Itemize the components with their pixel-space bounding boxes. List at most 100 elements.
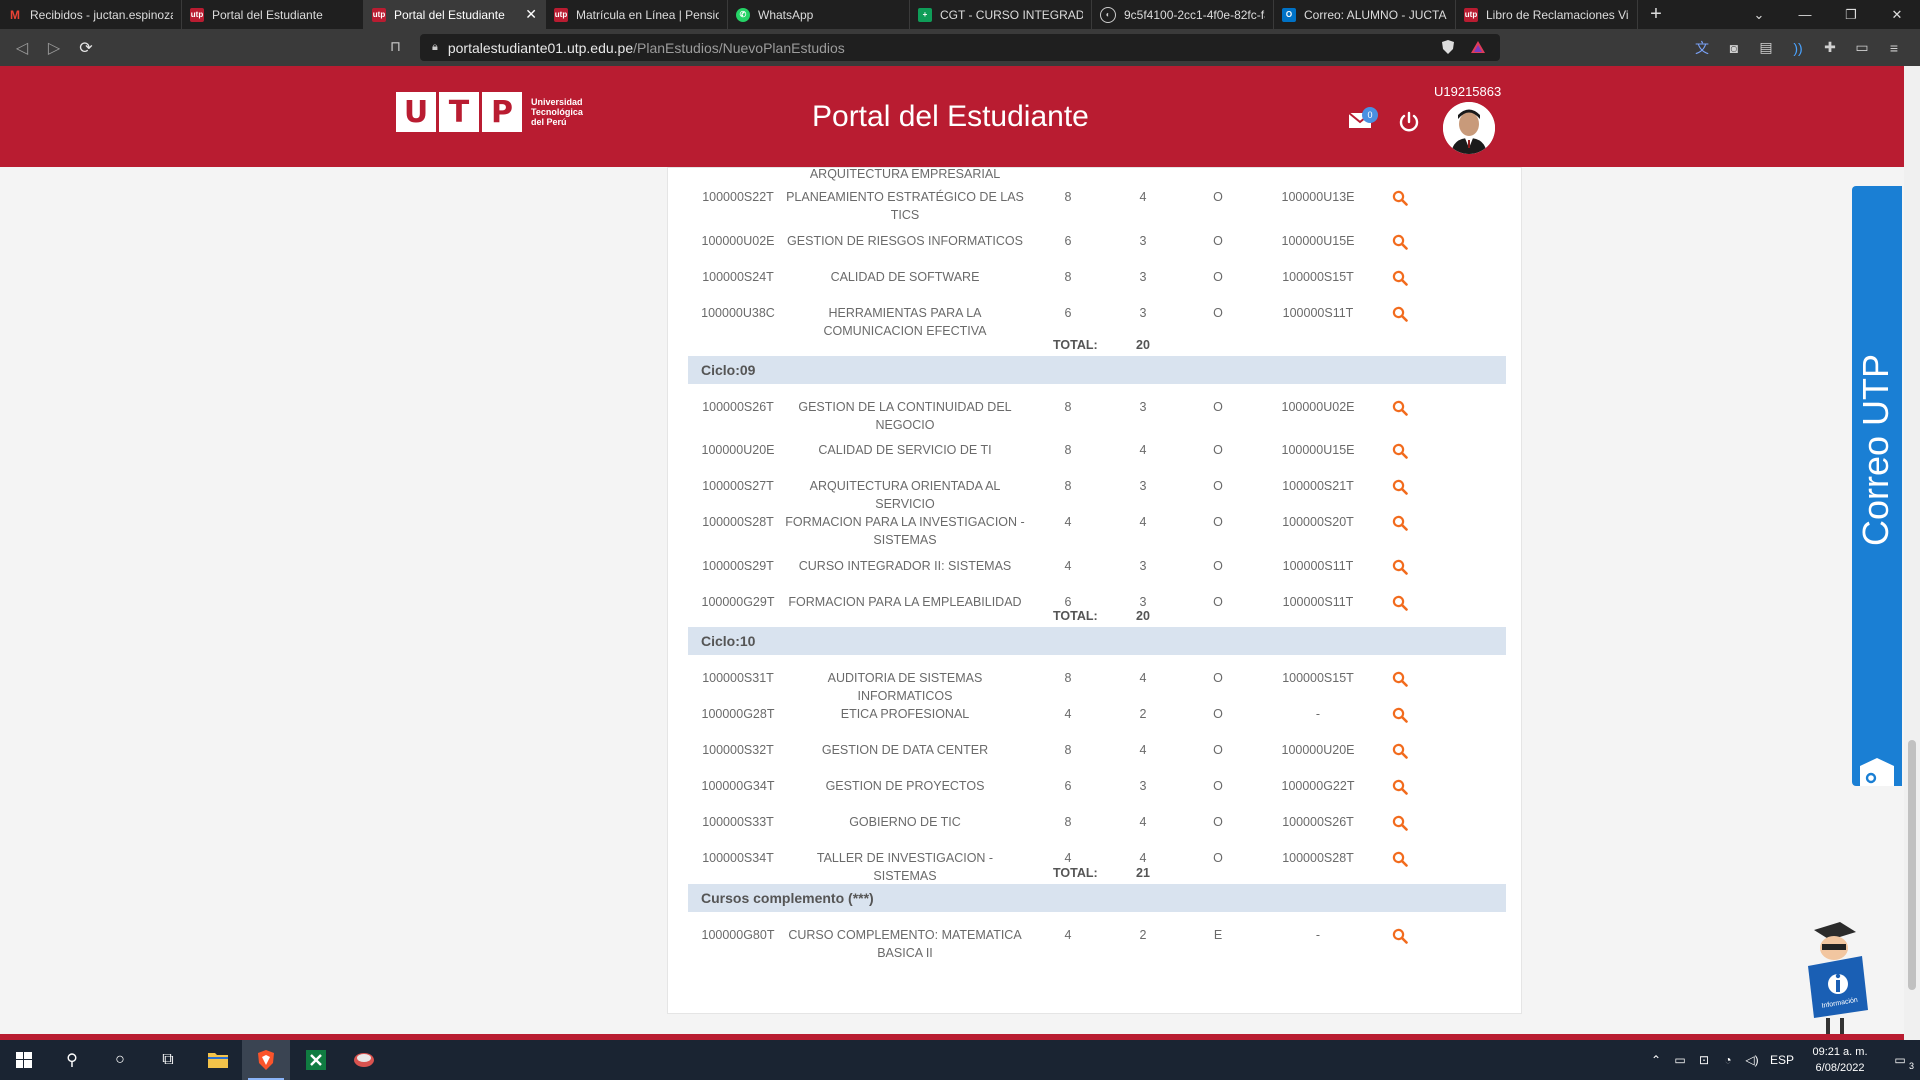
search-icon[interactable]: ⚲ (48, 1040, 96, 1080)
course-hours: 4 (1139, 515, 1147, 529)
menu-icon[interactable]: ≡ (1878, 34, 1910, 61)
course-code: 100000G80T (701, 928, 775, 942)
course-type: O (1213, 306, 1223, 320)
windows-start-icon[interactable] (0, 1040, 48, 1080)
course-name: GOBIERNO DE TIC (849, 815, 961, 829)
course-type: E (1213, 928, 1223, 942)
scrollbar-thumb[interactable] (1908, 740, 1916, 990)
course-name: PLANEAMIENTO ESTRATÉGICO DE LAS TICS (786, 190, 1024, 222)
tab-portal-active[interactable]: utp Portal del Estudiante ✕ (364, 0, 546, 29)
address-bar: ◁ ▷ ⟳ ⊓ 🔒︎ portalestudiante01.utp.edu.pe… (0, 29, 1920, 66)
course-prerequisite: 100000U15E (1281, 443, 1355, 457)
network-status-icon[interactable]: ⊡ (1692, 1053, 1716, 1067)
course-code: 100000U20E (701, 443, 775, 457)
search-icon[interactable] (1388, 849, 1412, 872)
search-icon[interactable] (1388, 777, 1412, 800)
new-tab-button[interactable]: + (1638, 0, 1674, 29)
device-icon[interactable]: ▭ (1668, 1053, 1692, 1067)
course-name: GESTION DE PROYECTOS (825, 779, 985, 793)
tab-reclamaciones[interactable]: utp Libro de Reclamaciones Virt (1456, 0, 1638, 29)
course-prerequisite: 100000U15E (1281, 234, 1355, 248)
wallet-icon[interactable]: ▭ (1846, 34, 1878, 61)
wifi-icon[interactable]: ◔ (1716, 1053, 1740, 1067)
course-prerequisite: 100000S20T (1282, 515, 1354, 529)
notifications-icon[interactable]: ▭ 3 (1880, 1053, 1920, 1071)
camera-icon[interactable]: ◙ (1718, 34, 1750, 61)
cortana-icon[interactable]: ○ (96, 1040, 144, 1080)
course-hours: 4 (1139, 815, 1147, 829)
total-value: 20 (1136, 609, 1150, 623)
cycle-header-complemento: Cursos complemento (***) (688, 884, 1506, 912)
search-icon[interactable] (1388, 813, 1412, 836)
info-mascot[interactable]: Información (1800, 918, 1880, 1036)
reload-icon[interactable]: ⟳ (70, 32, 102, 64)
search-icon[interactable] (1388, 398, 1412, 421)
page-scrollbar[interactable] (1904, 66, 1920, 1040)
restore-icon[interactable]: ❐ (1828, 0, 1874, 29)
course-prerequisite: 100000S21T (1282, 479, 1354, 493)
brave-browser-icon[interactable] (242, 1040, 290, 1080)
brave-shield-icon[interactable] (1440, 39, 1456, 55)
search-icon[interactable] (1388, 593, 1412, 616)
excel-icon[interactable] (292, 1040, 340, 1080)
close-tab-icon[interactable]: ✕ (525, 6, 537, 23)
course-hours: 3 (1139, 234, 1147, 248)
search-icon[interactable] (1388, 477, 1412, 500)
tab-outlook[interactable]: O Correo: ALUMNO - JUCTAN (1274, 0, 1456, 29)
power-icon[interactable] (1397, 110, 1421, 134)
tab-matricula[interactable]: utp Matrícula en Línea | Pension (546, 0, 728, 29)
course-name: ARQUITECTURA EMPRESARIAL (809, 167, 1001, 181)
search-icon[interactable] (1388, 268, 1412, 291)
course-credits: 8 (1064, 190, 1072, 204)
course-credits: 6 (1064, 234, 1072, 248)
tab-gmail[interactable]: M Recibidos - juctan.espinoza (0, 0, 182, 29)
minimize-icon[interactable]: — (1782, 0, 1828, 29)
avatar[interactable] (1443, 102, 1495, 154)
clock[interactable]: 09:21 a. m. 6/08/2022 (1800, 1044, 1880, 1076)
forward-icon[interactable]: ▷ (38, 32, 70, 64)
task-view-icon[interactable]: ⧉ (144, 1040, 192, 1080)
file-explorer-icon[interactable] (194, 1040, 242, 1080)
course-credits: 8 (1064, 671, 1072, 685)
tab-uuid[interactable]: ◐ 9c5f4100-2cc1-4f0e-82fc-fa (1092, 0, 1274, 29)
course-type: O (1213, 779, 1223, 793)
search-icon[interactable] (1388, 513, 1412, 536)
audio-icon[interactable]: )) (1782, 34, 1814, 61)
search-icon[interactable] (1388, 441, 1412, 464)
search-icon[interactable] (1388, 669, 1412, 692)
tab-sheets[interactable]: + CGT - CURSO INTEGRADOR (910, 0, 1092, 29)
course-type: O (1213, 559, 1223, 573)
tab-portal-1[interactable]: utp Portal del Estudiante (182, 0, 364, 29)
translate-icon[interactable]: 文 (1686, 34, 1718, 61)
brave-rewards-icon[interactable] (1470, 39, 1486, 55)
bookmark-icon[interactable]: ⊓ (390, 38, 401, 55)
search-icon[interactable] (1388, 304, 1412, 327)
app-icon[interactable] (340, 1040, 388, 1080)
language-indicator[interactable]: ESP (1764, 1053, 1800, 1067)
search-icon[interactable] (1388, 741, 1412, 764)
search-icon[interactable] (1388, 188, 1412, 211)
search-icon[interactable] (1388, 557, 1412, 580)
course-type: O (1213, 270, 1223, 284)
utp-icon: utp (190, 7, 204, 22)
document-icon[interactable]: ▤ (1750, 34, 1782, 61)
close-window-icon[interactable]: ✕ (1874, 0, 1920, 29)
back-icon[interactable]: ◁ (6, 32, 38, 64)
search-icon[interactable] (1388, 232, 1412, 255)
course-code: 100000S24T (702, 270, 774, 284)
search-icon[interactable] (1388, 926, 1412, 949)
correo-utp-widget[interactable]: Correo UTP (1852, 186, 1902, 786)
url-field[interactable]: 🔒︎ portalestudiante01.utp.edu.pe/PlanEst… (420, 34, 1500, 61)
tab-search-icon[interactable]: ⌄ (1736, 0, 1782, 29)
course-name: FORMACION PARA LA INVESTIGACION - SISTEM… (785, 515, 1025, 547)
tab-title: Recibidos - juctan.espinoza (30, 7, 173, 22)
tab-whatsapp[interactable]: ✆ WhatsApp (728, 0, 910, 29)
mascot-icon: Información (1808, 922, 1868, 1034)
utp-logo[interactable]: U T P Universidad Tecnológica del Perú (396, 92, 583, 132)
chevron-up-icon[interactable]: ⌃ (1644, 1053, 1668, 1067)
volume-icon[interactable]: ◁) (1740, 1053, 1764, 1067)
puzzle-icon[interactable]: ✚ (1814, 34, 1846, 61)
course-prerequisite: 100000S11T (1282, 595, 1354, 609)
tab-title: Matrícula en Línea | Pension (576, 7, 719, 22)
search-icon[interactable] (1388, 705, 1412, 728)
